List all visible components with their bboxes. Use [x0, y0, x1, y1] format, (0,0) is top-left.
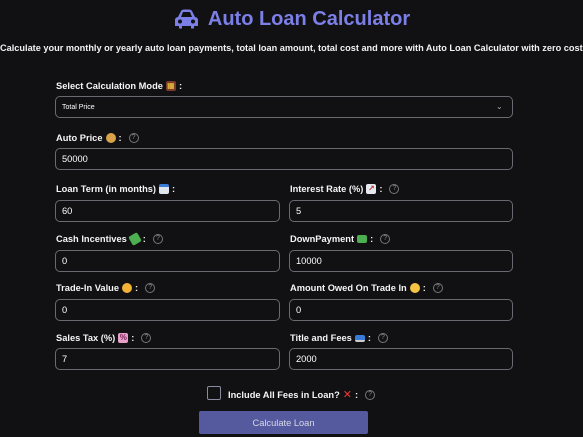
info-icon[interactable]: ?	[377, 333, 388, 343]
amount-owed-input[interactable]: 0	[289, 299, 513, 321]
dollar-banknote-icon	[357, 235, 368, 243]
chevron-down-icon: ⌄	[496, 102, 503, 111]
colon-text: :	[131, 333, 135, 343]
thinking-face-icon	[409, 283, 420, 293]
loan-term-label: Loan Term (in months) :	[56, 184, 175, 194]
title-fees-label: Title and Fees : ?	[290, 333, 388, 343]
page-header: Auto Loan Calculator	[0, 5, 583, 33]
interest-rate-label-text: Interest Rate (%)	[290, 184, 364, 194]
colon-text: :	[379, 184, 383, 194]
down-payment-value: 10000	[296, 256, 322, 266]
colon-text: :	[367, 333, 371, 343]
auto-price-label-text: Auto Price	[56, 133, 103, 143]
info-icon[interactable]: ?	[141, 333, 152, 343]
auto-price-label: Auto Price : ?	[56, 133, 139, 143]
sales-tax-value: 7	[62, 354, 68, 364]
calculation-mode-select[interactable]: Total Price ⌄	[55, 96, 513, 118]
amount-owed-label: Amount Owed On Trade In : ?	[290, 283, 443, 293]
credit-card-icon	[354, 334, 365, 342]
receipt-icon: %	[118, 333, 129, 343]
loan-term-value: 60	[62, 206, 73, 216]
cash-incentives-value: 0	[62, 256, 68, 266]
colon-text: :	[142, 234, 146, 244]
cash-incentives-label: Cash Incentives : ?	[56, 232, 163, 246]
info-icon[interactable]: ?	[380, 234, 391, 244]
colon-text: :	[172, 184, 176, 194]
page-subtitle: Calculate your monthly or yearly auto lo…	[0, 43, 583, 53]
calendar-icon	[159, 184, 170, 194]
mode-label-text: Select Calculation Mode	[56, 81, 163, 91]
amount-owed-label-text: Amount Owed On Trade In	[290, 283, 407, 293]
include-fees-checkbox[interactable]	[207, 386, 221, 400]
cash-incentives-label-text: Cash Incentives	[56, 234, 127, 244]
colon-text: :	[370, 234, 374, 244]
calculate-loan-button[interactable]: Calculate Loan	[199, 411, 368, 434]
mode-label: Select Calculation Mode ▦ :	[56, 81, 182, 91]
colon-text: :	[118, 133, 122, 143]
include-fees-label: Include All Fees in Loan? ✕ : ?	[228, 388, 376, 401]
money-with-wings-icon	[127, 232, 142, 246]
info-icon[interactable]: ?	[432, 283, 443, 293]
interest-rate-value: 5	[296, 206, 302, 216]
trade-in-value-label-text: Trade-In Value	[56, 283, 120, 293]
colon-text: :	[354, 389, 359, 400]
chart-increasing-icon: ↗	[366, 184, 377, 194]
info-icon[interactable]: ?	[365, 389, 376, 400]
title-fees-value: 2000	[296, 354, 317, 364]
auto-price-value: 50000	[62, 154, 88, 164]
car-icon	[174, 9, 198, 29]
auto-price-input[interactable]: 50000	[55, 148, 513, 170]
colon-text: :	[422, 283, 426, 293]
money-bag-icon	[105, 133, 116, 143]
title-fees-label-text: Title and Fees	[290, 333, 352, 343]
trade-in-value-label: Trade-In Value : ?	[56, 283, 156, 293]
cross-mark-icon: ✕	[342, 389, 352, 401]
loan-term-input[interactable]: 60	[55, 200, 280, 222]
amount-owed-value: 0	[296, 305, 302, 315]
coin-icon	[122, 283, 133, 293]
loan-term-label-text: Loan Term (in months)	[56, 184, 157, 194]
cash-incentives-input[interactable]: 0	[55, 250, 280, 272]
sales-tax-input[interactable]: 7	[55, 348, 280, 370]
calculation-mode-value: Total Price	[62, 103, 95, 111]
down-payment-label-text: DownPayment	[290, 234, 355, 244]
title-fees-input[interactable]: 2000	[289, 348, 513, 370]
down-payment-input[interactable]: 10000	[289, 250, 513, 272]
info-icon[interactable]: ?	[389, 184, 400, 194]
info-icon[interactable]: ?	[145, 283, 156, 293]
sales-tax-label-text: Sales Tax (%)	[56, 333, 116, 343]
info-icon[interactable]: ?	[152, 234, 163, 244]
interest-rate-input[interactable]: 5	[289, 200, 513, 222]
trade-in-value-input[interactable]: 0	[55, 299, 280, 321]
colon-text: :	[178, 81, 183, 91]
sales-tax-label: Sales Tax (%) % : ?	[56, 333, 152, 343]
trade-in-value-value: 0	[62, 305, 68, 315]
include-fees-label-text: Include All Fees in Loan?	[228, 389, 340, 400]
down-payment-label: DownPayment : ?	[290, 234, 391, 244]
info-icon[interactable]: ?	[128, 133, 139, 143]
interest-rate-label: Interest Rate (%) ↗ : ?	[290, 184, 400, 194]
page-title: Auto Loan Calculator	[207, 7, 411, 30]
colon-text: :	[135, 283, 139, 293]
abacus-icon: ▦	[165, 81, 176, 91]
